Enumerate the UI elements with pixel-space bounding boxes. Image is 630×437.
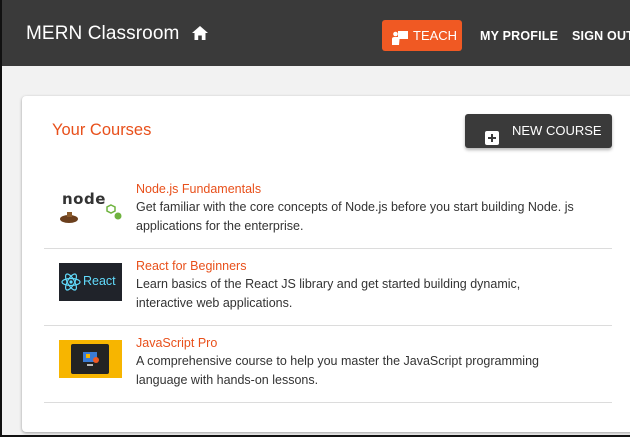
teach-label: TEACH: [413, 28, 458, 43]
react-logo-text: React: [83, 274, 116, 288]
new-course-button[interactable]: NEW COURSE: [465, 114, 612, 148]
app-bar: MERN Classroom TEACH MY PROFILE SIGN OUT: [2, 0, 630, 66]
course-title[interactable]: Node.js Fundamentals: [136, 182, 261, 196]
teach-button[interactable]: TEACH: [382, 20, 462, 51]
course-description: A comprehensive course to help you maste…: [136, 354, 539, 387]
javascript-course-icon: [59, 340, 122, 378]
course-title[interactable]: JavaScript Pro: [136, 336, 217, 350]
courses-card: Your Courses NEW COURSE node Node.js Fun…: [22, 96, 630, 432]
course-item-nodejs[interactable]: node Node.js Fundamentals Get familiar w…: [44, 172, 612, 249]
home-icon[interactable]: [191, 25, 209, 46]
app-window: MERN Classroom TEACH MY PROFILE SIGN OUT…: [0, 0, 630, 437]
add-box-icon: [485, 124, 499, 158]
new-course-label: NEW COURSE: [512, 123, 602, 138]
nodejs-logo-icon: node: [59, 186, 122, 224]
course-list: node Node.js Fundamentals Get familiar w…: [44, 172, 612, 403]
card-title: Your Courses: [52, 121, 152, 139]
course-description: Get familiar with the core concepts of N…: [136, 200, 574, 233]
app-title[interactable]: MERN Classroom: [26, 23, 179, 45]
my-profile-link[interactable]: MY PROFILE: [480, 29, 558, 43]
nodejs-logo-text: node: [62, 190, 106, 208]
teacher-icon: [391, 26, 409, 57]
course-description: Learn basics of the React JS library and…: [136, 277, 521, 310]
course-item-javascript[interactable]: JavaScript Pro A comprehensive course to…: [44, 326, 612, 403]
course-item-react[interactable]: React React for Beginners Learn basics o…: [44, 249, 612, 326]
sign-out-link[interactable]: SIGN OUT: [572, 29, 630, 43]
react-logo-icon: React: [59, 263, 122, 301]
course-title[interactable]: React for Beginners: [136, 259, 246, 273]
